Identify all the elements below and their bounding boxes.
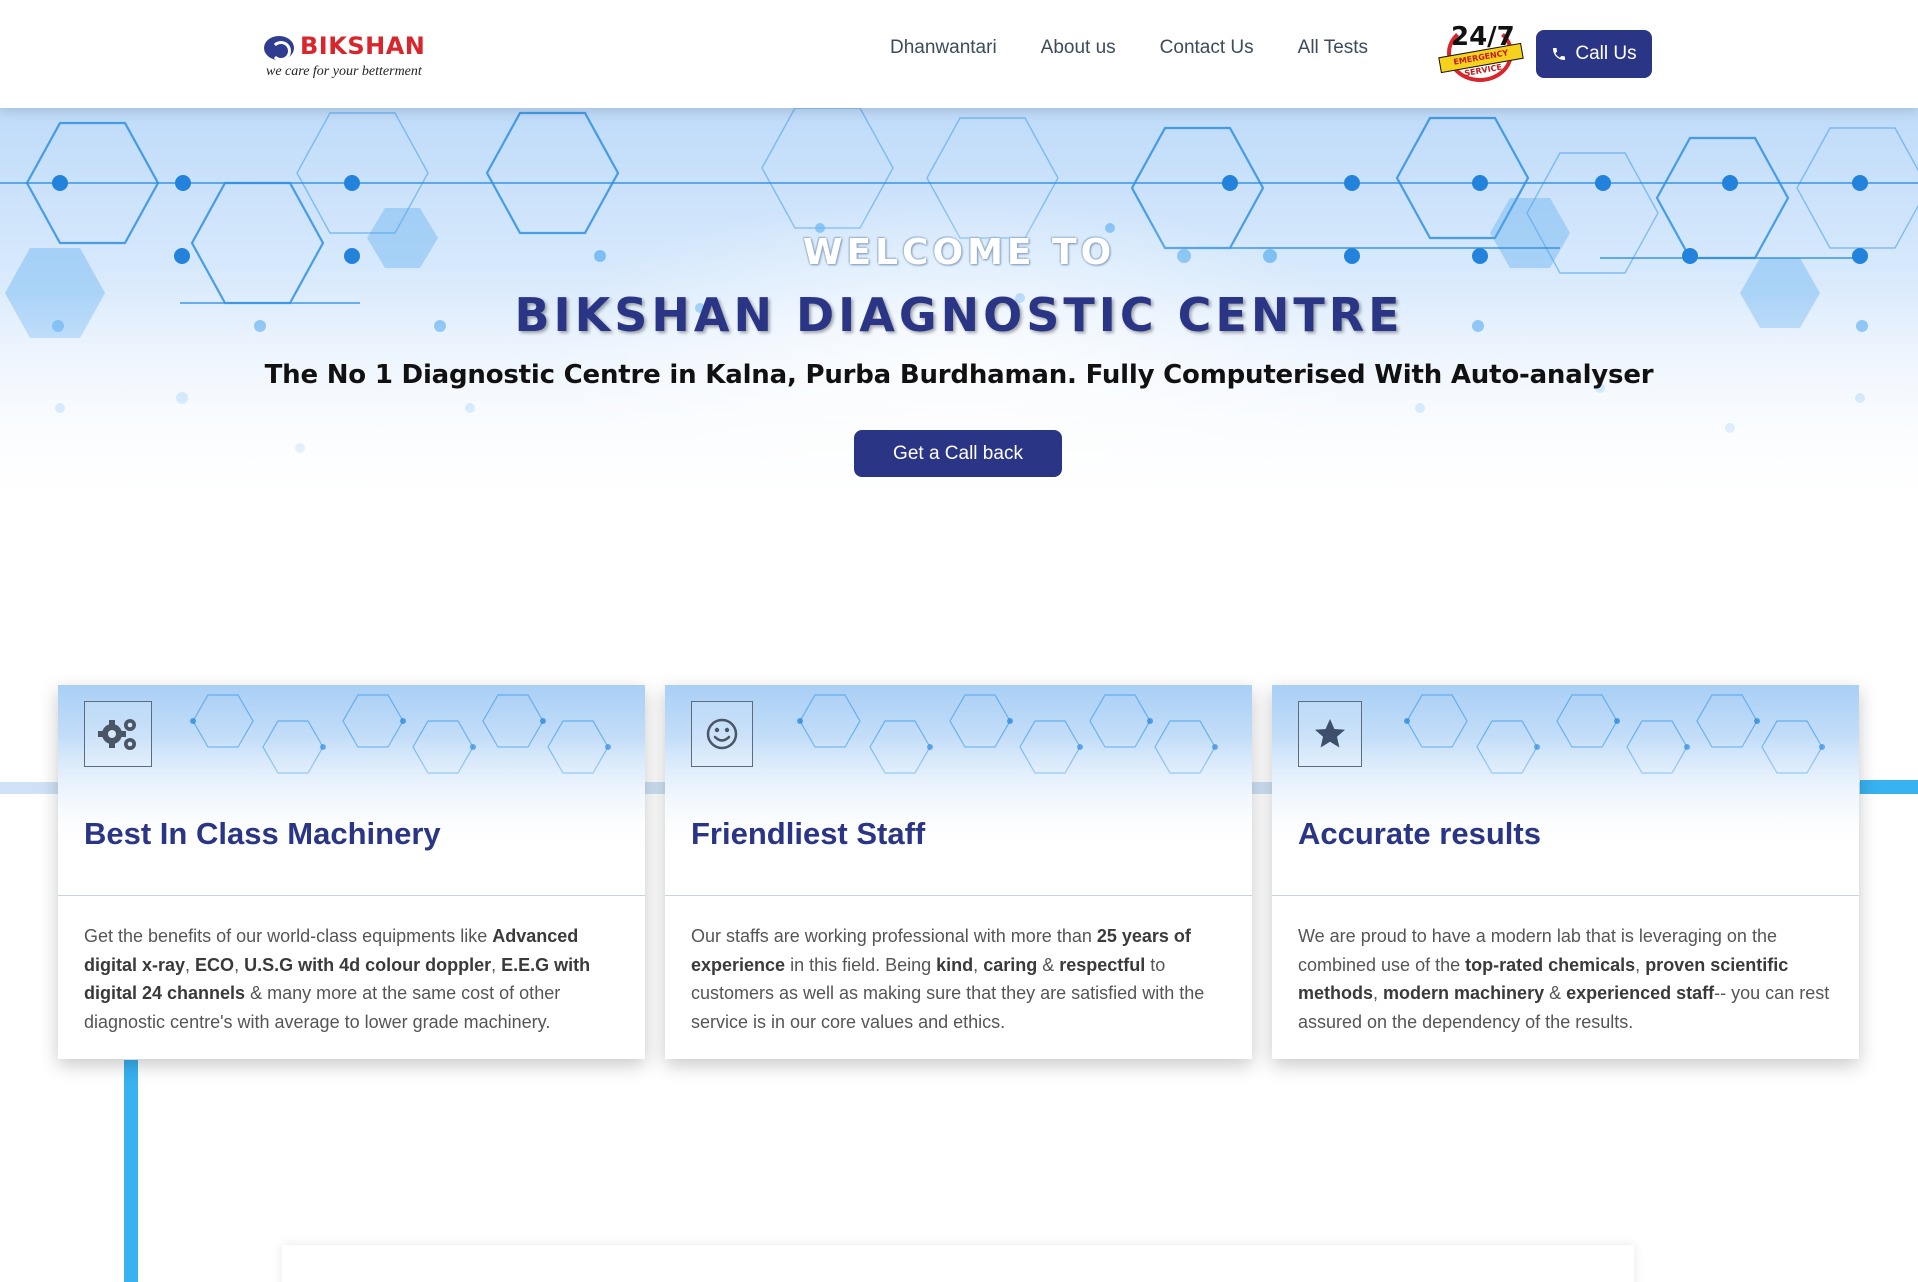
nav-link-about-us[interactable]: About us	[1041, 37, 1116, 59]
gears-icon	[98, 719, 136, 750]
call-us-label: Call Us	[1575, 43, 1637, 64]
hero-title: BIKSHAN DIAGNOSTIC CENTRE	[514, 288, 1404, 342]
hero-subtitle: The No 1 Diagnostic Centre in Kalna, Pur…	[264, 360, 1654, 390]
card-title: Friendliest Staff	[691, 816, 926, 851]
body-text: &	[1037, 954, 1060, 975]
feature-card-results: Accurate results We are proud to have a …	[1272, 685, 1859, 1059]
body-text: in this field. Being	[785, 954, 937, 975]
highlight-text: caring	[983, 954, 1038, 975]
bikshan-logo[interactable]: BIKSHAN we care for your betterment	[262, 30, 452, 82]
emergency-service-badge: 24/7 EMERGENCY SERVICE	[1437, 20, 1524, 84]
site-header: BIKSHAN we care for your betterment Dhan…	[0, 0, 1918, 108]
card-title: Best In Class Machinery	[84, 816, 441, 851]
nav-link-contact-us[interactable]: Contact Us	[1160, 37, 1254, 59]
body-text: ,	[185, 954, 196, 975]
card-icon-box	[1298, 701, 1362, 767]
card-divider	[58, 895, 645, 896]
logo-mark-icon	[264, 36, 294, 61]
highlight-text: modern machinery	[1383, 983, 1545, 1003]
body-text: ,	[491, 954, 502, 975]
highlight-text: kind	[936, 954, 974, 975]
feature-card-machinery: Best In Class Machinery Get the benefits…	[58, 685, 645, 1059]
body-text: Get the benefits of our world-class equi…	[84, 926, 493, 946]
body-text: ,	[973, 954, 984, 975]
nav-link-all-tests[interactable]: All Tests	[1298, 37, 1368, 59]
hero-welcome: WELCOME TO	[802, 232, 1116, 273]
highlight-text: experienced staff	[1566, 983, 1715, 1003]
card-divider	[1272, 895, 1859, 896]
card-title: Accurate results	[1298, 816, 1541, 851]
get-call-back-button[interactable]: Get a Call back	[854, 430, 1062, 477]
main-nav: Dhanwantari About us Contact Us All Test…	[890, 37, 1368, 59]
body-text: ,	[1373, 983, 1384, 1003]
card-description: We are proud to have a modern lab that i…	[1298, 922, 1838, 1036]
call-us-button[interactable]: Call Us	[1536, 30, 1652, 78]
bottom-content-panel	[282, 1245, 1634, 1282]
body-text: ,	[1635, 954, 1646, 975]
body-text: ,	[234, 954, 245, 975]
decor-vertical-line	[124, 1060, 138, 1282]
highlight-text: top-rated chemicals	[1465, 954, 1636, 975]
nav-link-dhanwantari[interactable]: Dhanwantari	[890, 37, 997, 59]
highlight-text: respectful	[1059, 954, 1146, 975]
phone-icon	[1553, 48, 1566, 60]
hero-section: WELCOME TO BIKSHAN DIAGNOSTIC CENTRE The…	[0, 108, 1918, 568]
highlight-text: U.S.G with 4d colour doppler	[244, 954, 492, 975]
highlight-text: ECO	[195, 954, 235, 975]
card-icon-box	[691, 701, 753, 767]
body-text: Our staffs are working professional with…	[691, 926, 1097, 946]
body-text: &	[1544, 983, 1567, 1003]
feature-card-staff: Friendliest Staff Our staffs are working…	[665, 685, 1252, 1059]
logo-tagline: we care for your betterment	[266, 64, 422, 79]
logo-name: BIKSHAN	[300, 32, 426, 60]
card-description: Our staffs are working professional with…	[691, 922, 1231, 1036]
star-icon	[1315, 719, 1345, 748]
smiley-icon	[706, 718, 738, 750]
card-icon-box	[84, 701, 152, 767]
card-description: Get the benefits of our world-class equi…	[84, 922, 624, 1036]
card-divider	[665, 895, 1252, 896]
decor-line-accent-right	[1860, 780, 1918, 794]
